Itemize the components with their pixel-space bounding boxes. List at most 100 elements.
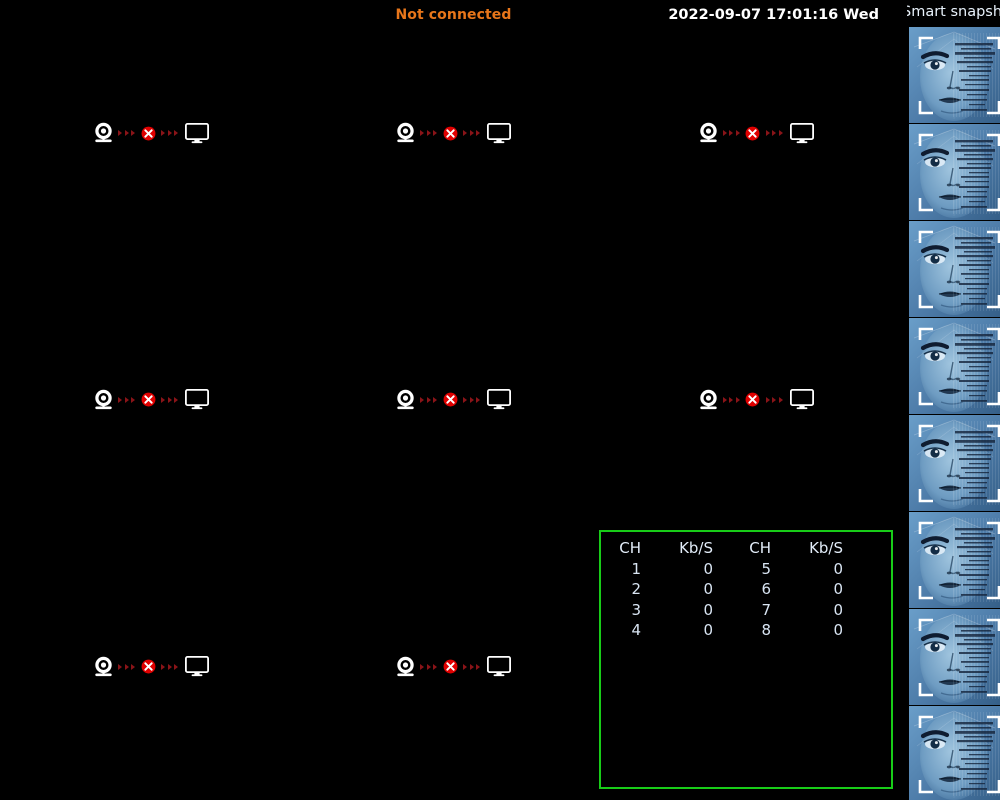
video-cell-4[interactable] bbox=[0, 266, 303, 534]
datetime-display: 2022-09-07 17:01:16 Wed bbox=[668, 7, 879, 23]
snapshot-thumbnail-6[interactable] bbox=[909, 512, 1000, 608]
video-cell-2[interactable] bbox=[302, 0, 605, 267]
chevron-right-icon bbox=[426, 663, 431, 670]
channel-connection-indicator bbox=[698, 389, 814, 411]
red-x-disconnect-icon bbox=[443, 659, 458, 674]
video-cell-8[interactable] bbox=[302, 533, 605, 800]
chevron-right-icon bbox=[167, 396, 172, 403]
red-x-disconnect-icon bbox=[443, 393, 458, 407]
chevron-right-group bbox=[118, 663, 136, 670]
chevron-right-icon bbox=[433, 663, 438, 670]
dome-camera-icon bbox=[700, 123, 717, 143]
smart-snapshot-list[interactable] bbox=[909, 27, 1000, 800]
channel-connection-indicator bbox=[93, 656, 210, 678]
chevron-right-icon bbox=[463, 663, 468, 670]
face-snapshot-thumbnail[interactable] bbox=[909, 124, 1000, 220]
face-snapshot-thumbnail[interactable] bbox=[909, 706, 1000, 800]
snapshot-thumbnail-5[interactable] bbox=[909, 415, 1000, 511]
video-cell-6[interactable] bbox=[604, 266, 907, 534]
bandwidth-header-kbs-right: Kb/S bbox=[809, 539, 843, 557]
smart-snapshot-panel[interactable]: Smart snapshot bbox=[907, 0, 1000, 800]
video-cell-7[interactable] bbox=[0, 533, 303, 800]
chevron-right-icon bbox=[161, 130, 166, 137]
face-snapshot-thumbnail[interactable] bbox=[909, 609, 1000, 705]
bandwidth-header-kbs-left: Kb/S bbox=[679, 539, 713, 557]
chevron-right-icon bbox=[420, 130, 425, 137]
chevron-right-icon bbox=[463, 130, 468, 137]
bandwidth-table: CH Kb/S CH Kb/S 1050206030704080 bbox=[607, 538, 843, 641]
face-snapshot-thumbnail[interactable] bbox=[909, 318, 1000, 414]
chevron-right-group bbox=[161, 396, 179, 403]
chevron-right-icon bbox=[161, 396, 166, 403]
bandwidth-cell-kbs_right: 0 bbox=[833, 600, 843, 619]
bandwidth-cell-kbs_left: 0 bbox=[703, 580, 713, 598]
chevron-right-icon bbox=[420, 663, 425, 670]
chevron-right-icon bbox=[118, 663, 123, 670]
chevron-right-icon bbox=[433, 396, 438, 403]
chevron-right-icon bbox=[124, 663, 129, 670]
snapshot-thumbnail-4[interactable] bbox=[909, 318, 1000, 414]
chevron-right-icon bbox=[735, 396, 740, 403]
face-snapshot-thumbnail[interactable] bbox=[909, 221, 1000, 317]
chevron-right-icon bbox=[131, 663, 136, 670]
chevron-right-icon bbox=[174, 396, 179, 403]
bandwidth-cell-ch_left: 4 bbox=[631, 621, 641, 639]
channel-connection-indicator bbox=[395, 389, 512, 411]
monitor-icon bbox=[789, 122, 814, 143]
channel-connection-indicator bbox=[395, 122, 512, 144]
chevron-right-icon bbox=[118, 396, 123, 403]
chevron-right-icon bbox=[476, 396, 481, 403]
table-row: 1050 bbox=[607, 559, 843, 580]
bandwidth-cell-ch_left: 3 bbox=[631, 600, 641, 619]
bandwidth-cell-kbs_right: 0 bbox=[833, 621, 843, 639]
chevron-right-icon bbox=[772, 396, 777, 403]
channel-connection-indicator bbox=[93, 389, 210, 411]
chevron-right-group bbox=[420, 663, 438, 670]
dome-camera-icon bbox=[95, 656, 112, 676]
chevron-right-icon bbox=[131, 130, 136, 137]
chevron-right-icon bbox=[469, 396, 474, 403]
table-row: 2060 bbox=[607, 579, 843, 600]
face-snapshot-thumbnail[interactable] bbox=[909, 27, 1000, 123]
chevron-right-group bbox=[463, 396, 481, 403]
video-cell-3[interactable] bbox=[604, 0, 907, 267]
monitor-icon bbox=[487, 122, 512, 143]
video-cell-5[interactable] bbox=[302, 266, 605, 534]
dome-camera-icon bbox=[397, 656, 415, 676]
chevron-right-group bbox=[765, 130, 783, 137]
chevron-right-icon bbox=[167, 130, 172, 137]
chevron-right-icon bbox=[765, 396, 770, 403]
chevron-right-group bbox=[420, 130, 438, 137]
chevron-right-group bbox=[765, 396, 783, 403]
bandwidth-cell-ch_right: 7 bbox=[761, 600, 771, 619]
chevron-right-icon bbox=[469, 663, 474, 670]
chevron-right-icon bbox=[174, 130, 179, 137]
chevron-right-icon bbox=[735, 130, 740, 137]
chevron-right-group bbox=[722, 130, 740, 137]
monitor-icon bbox=[185, 656, 210, 677]
face-snapshot-thumbnail[interactable] bbox=[909, 512, 1000, 608]
snapshot-thumbnail-1[interactable] bbox=[909, 27, 1000, 123]
chevron-right-group bbox=[463, 663, 481, 670]
chevron-right-icon bbox=[463, 396, 468, 403]
face-snapshot-thumbnail[interactable] bbox=[909, 415, 1000, 511]
chevron-right-icon bbox=[469, 130, 474, 137]
bandwidth-cell-ch_right: 8 bbox=[761, 621, 771, 639]
dome-camera-icon bbox=[95, 123, 112, 143]
chevron-right-icon bbox=[765, 130, 770, 137]
bandwidth-cell-kbs_left: 0 bbox=[703, 559, 713, 578]
red-x-disconnect-icon bbox=[141, 393, 156, 407]
snapshot-thumbnail-7[interactable] bbox=[909, 609, 1000, 705]
chevron-right-icon bbox=[167, 663, 172, 670]
chevron-right-icon bbox=[426, 396, 431, 403]
snapshot-thumbnail-3[interactable] bbox=[909, 221, 1000, 317]
monitor-icon bbox=[789, 389, 814, 410]
snapshot-thumbnail-8[interactable] bbox=[909, 706, 1000, 800]
chevron-right-icon bbox=[420, 396, 425, 403]
top-status-bar: Not connected 2022-09-07 17:01:16 Wed bbox=[0, 0, 907, 34]
bandwidth-cell-ch_left: 1 bbox=[631, 559, 641, 578]
red-x-disconnect-icon bbox=[141, 126, 156, 141]
snapshot-thumbnail-2[interactable] bbox=[909, 124, 1000, 220]
bandwidth-cell-kbs_right: 0 bbox=[833, 559, 843, 578]
video-cell-1[interactable] bbox=[0, 0, 303, 267]
